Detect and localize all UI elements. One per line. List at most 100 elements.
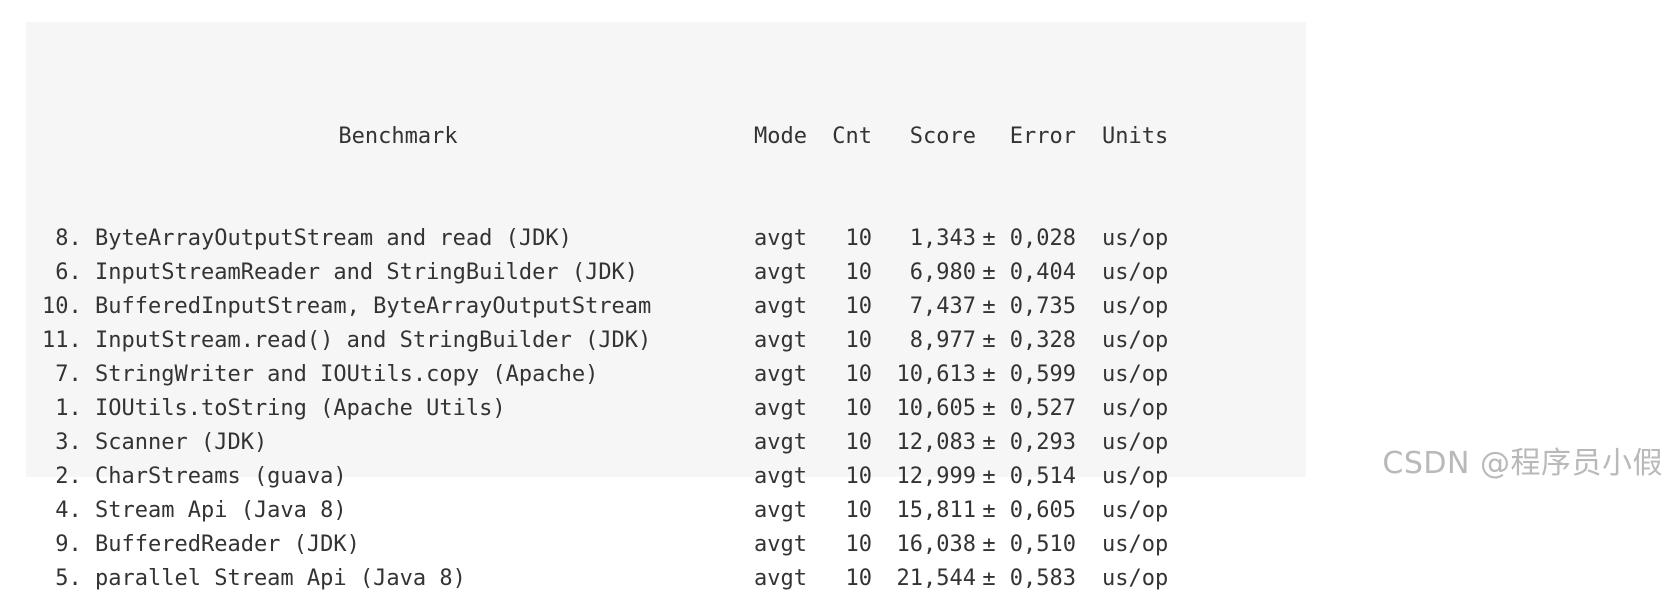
table-header-row: Benchmark Mode Cnt Score Error Units bbox=[42, 120, 1192, 154]
plus-minus-symbol: ± bbox=[982, 566, 996, 591]
benchmark-name: InputStreamReader and StringBuilder (JDK… bbox=[95, 260, 639, 285]
error-cell: 0,599 bbox=[1009, 362, 1076, 387]
benchmark-name: BufferedInputStream, ByteArrayOutputStre… bbox=[95, 294, 652, 319]
plus-minus-symbol: ± bbox=[982, 328, 996, 353]
units-cell: us/op bbox=[1102, 226, 1169, 251]
mode-cell: avgt bbox=[754, 396, 807, 421]
units-cell: us/op bbox=[1102, 328, 1169, 353]
benchmark-cell: 2. CharStreams (guava) bbox=[42, 460, 754, 494]
row-number: 5. bbox=[42, 566, 82, 591]
error-cell: 0,605 bbox=[1009, 498, 1076, 523]
benchmark-cell: 10. BufferedInputStream, ByteArrayOutput… bbox=[42, 290, 754, 324]
header-benchmark: Benchmark bbox=[338, 124, 458, 149]
error-cell: 0,583 bbox=[1009, 566, 1076, 591]
header-cnt: Cnt bbox=[832, 124, 872, 149]
score-cell: 12,999 bbox=[896, 464, 976, 489]
table-row: 9. BufferedReader (JDK) avgt 10 16,038 ±0,51… bbox=[42, 528, 1192, 562]
benchmark-cell: 3. Scanner (JDK) bbox=[42, 426, 754, 460]
mode-cell: avgt bbox=[754, 260, 807, 285]
plus-minus-symbol: ± bbox=[982, 362, 996, 387]
mode-cell: avgt bbox=[754, 498, 807, 523]
score-cell: 15,811 bbox=[896, 498, 976, 523]
error-cell: 0,328 bbox=[1009, 328, 1076, 353]
table-row: 2. CharStreams (guava) avgt 10 12,999 ±0,514… bbox=[42, 460, 1192, 494]
benchmark-results-table: Benchmark Mode Cnt Score Error Units 8. ByteA… bbox=[42, 52, 1192, 596]
mode-cell: avgt bbox=[754, 464, 807, 489]
row-number: 10. bbox=[42, 294, 82, 319]
units-cell: us/op bbox=[1102, 498, 1169, 523]
mode-cell: avgt bbox=[754, 226, 807, 251]
watermark: CSDN @程序员小假 bbox=[1382, 446, 1663, 481]
table-row: 8. ByteArrayOutputStream and read (JDK) a… bbox=[42, 222, 1192, 256]
benchmark-cell: 11. InputStream.read() and StringBuilder… bbox=[42, 324, 754, 358]
mode-cell: avgt bbox=[754, 362, 807, 387]
units-cell: us/op bbox=[1102, 294, 1169, 319]
plus-minus-symbol: ± bbox=[982, 430, 996, 455]
error-cell: 0,028 bbox=[1009, 226, 1076, 251]
score-cell: 10,613 bbox=[896, 362, 976, 387]
benchmark-cell: 5. parallel Stream Api (Java 8) bbox=[42, 562, 754, 596]
benchmark-cell: 8. ByteArrayOutputStream and read (JDK) bbox=[42, 222, 754, 256]
row-number: 3. bbox=[42, 430, 82, 455]
cnt-cell: 10 bbox=[845, 498, 873, 523]
plus-minus-symbol: ± bbox=[982, 498, 996, 523]
error-cell: 0,510 bbox=[1009, 532, 1076, 557]
cnt-cell: 10 bbox=[845, 294, 873, 319]
benchmark-cell: 7. StringWriter and IOUtils.copy (Apache… bbox=[42, 358, 754, 392]
table-row: 6. InputStreamReader and StringBuilder (… bbox=[42, 256, 1192, 290]
plus-minus-symbol: ± bbox=[982, 294, 996, 319]
row-number: 1. bbox=[42, 396, 82, 421]
benchmark-name: parallel Stream Api (Java 8) bbox=[95, 566, 466, 591]
error-cell: 0,527 bbox=[1009, 396, 1076, 421]
header-mode: Mode bbox=[754, 124, 807, 149]
benchmark-name: CharStreams (guava) bbox=[95, 464, 347, 489]
benchmark-name: BufferedReader (JDK) bbox=[95, 532, 360, 557]
units-cell: us/op bbox=[1102, 362, 1169, 387]
cnt-cell: 10 bbox=[845, 396, 873, 421]
units-cell: us/op bbox=[1102, 566, 1169, 591]
cnt-cell: 10 bbox=[845, 532, 873, 557]
cnt-cell: 10 bbox=[845, 328, 873, 353]
row-number: 4. bbox=[42, 498, 82, 523]
score-cell: 12,083 bbox=[896, 430, 976, 455]
cnt-cell: 10 bbox=[845, 362, 873, 387]
row-number: 7. bbox=[42, 362, 82, 387]
benchmark-name: InputStream.read() and StringBuilder (JD… bbox=[95, 328, 652, 353]
row-number: 2. bbox=[42, 464, 82, 489]
table-row: 11. InputStream.read() and StringBuilder… bbox=[42, 324, 1192, 358]
error-cell: 0,514 bbox=[1009, 464, 1076, 489]
cnt-cell: 10 bbox=[845, 464, 873, 489]
benchmark-cell: 1. IOUtils.toString (Apache Utils) bbox=[42, 392, 754, 426]
row-number: 11. bbox=[42, 328, 82, 353]
score-cell: 10,605 bbox=[896, 396, 976, 421]
plus-minus-symbol: ± bbox=[982, 396, 996, 421]
table-row: 1. IOUtils.toString (Apache Utils) avgt 10… bbox=[42, 392, 1192, 426]
plus-minus-symbol: ± bbox=[982, 464, 996, 489]
table-row: 10. BufferedInputStream, ByteArrayOutput… bbox=[42, 290, 1192, 324]
score-cell: 6,980 bbox=[909, 260, 976, 285]
table-row: 5. parallel Stream Api (Java 8) avgt 10 21,… bbox=[42, 562, 1192, 596]
mode-cell: avgt bbox=[754, 532, 807, 557]
table-row: 4. Stream Api (Java 8) avgt 10 15,811 ±0,605… bbox=[42, 494, 1192, 528]
benchmark-name: Stream Api (Java 8) bbox=[95, 498, 347, 523]
mode-cell: avgt bbox=[754, 566, 807, 591]
row-number: 6. bbox=[42, 260, 82, 285]
row-number: 8. bbox=[42, 226, 82, 251]
units-cell: us/op bbox=[1102, 464, 1169, 489]
benchmark-cell: 6. InputStreamReader and StringBuilder (… bbox=[42, 256, 754, 290]
error-cell: 0,404 bbox=[1009, 260, 1076, 285]
score-cell: 8,977 bbox=[909, 328, 976, 353]
units-cell: us/op bbox=[1102, 532, 1169, 557]
code-block: Benchmark Mode Cnt Score Error Units 8. ByteA… bbox=[26, 22, 1306, 591]
benchmark-cell: 4. Stream Api (Java 8) bbox=[42, 494, 754, 528]
benchmark-name: ByteArrayOutputStream and read (JDK) bbox=[95, 226, 572, 251]
benchmark-name: IOUtils.toString (Apache Utils) bbox=[95, 396, 506, 421]
cnt-cell: 10 bbox=[845, 566, 873, 591]
mode-cell: avgt bbox=[754, 430, 807, 455]
mode-cell: avgt bbox=[754, 328, 807, 353]
units-cell: us/op bbox=[1102, 430, 1169, 455]
header-score: Score bbox=[909, 124, 976, 149]
benchmark-cell: 9. BufferedReader (JDK) bbox=[42, 528, 754, 562]
header-error: Error bbox=[1009, 124, 1076, 149]
score-cell: 1,343 bbox=[909, 226, 976, 251]
